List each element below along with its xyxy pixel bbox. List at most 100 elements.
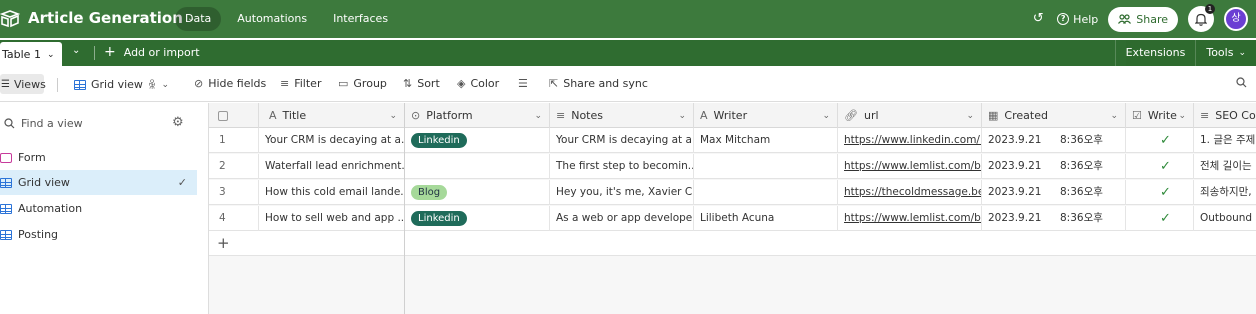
column-header-writer[interactable]: A Writer ⌄: [694, 103, 838, 128]
column-header-title[interactable]: A Title ⌄: [259, 103, 405, 128]
help-label: Help: [1073, 12, 1099, 26]
column-label: Write: [1147, 109, 1177, 122]
cell-platform[interactable]: Linkedin: [405, 128, 550, 153]
help-button[interactable]: ? Help: [1057, 13, 1098, 26]
column-label: Notes: [571, 109, 603, 122]
notifications-button[interactable]: 1: [1188, 4, 1215, 32]
share-button[interactable]: Share: [1108, 6, 1178, 32]
column-header-write[interactable]: ☑ Write ⌄: [1126, 103, 1194, 128]
column-header-notes[interactable]: ≡ Notes ⌄: [550, 103, 694, 128]
bell-icon: [1195, 13, 1207, 26]
view-switcher-button[interactable]: Grid view ꆜ ⌄: [74, 77, 169, 92]
cell-write[interactable]: ✓: [1126, 206, 1194, 231]
sidebar-item-form[interactable]: Form: [0, 145, 197, 170]
sidebar-item-grid-view[interactable]: Grid view ✓: [0, 170, 197, 195]
share-and-sync-button[interactable]: ⇱ Share and sync: [549, 77, 648, 90]
search-button[interactable]: [1236, 77, 1247, 88]
cell-created[interactable]: 2023.9.21 8:36오후: [982, 180, 1126, 205]
cell-seo[interactable]: 1. 글은 주제: [1194, 128, 1256, 153]
checkbox-icon: ☑: [1132, 109, 1142, 122]
people-icon: [1118, 14, 1132, 24]
filter-button[interactable]: ≡ Filter: [280, 77, 321, 90]
chevron-down-icon: ⌄: [161, 79, 170, 90]
cell-notes[interactable]: Your CRM is decaying at a...: [550, 128, 694, 153]
hide-fields-button[interactable]: ⊘ Hide fields: [194, 77, 266, 90]
cell-title[interactable]: Waterfall lead enrichment...: [259, 154, 405, 179]
search-icon: [1236, 77, 1247, 88]
tools-button[interactable]: Tools ⌄: [1195, 40, 1256, 66]
views-label: Views: [13, 77, 46, 91]
cell-platform[interactable]: Blog: [405, 180, 550, 205]
tab-table-1[interactable]: Table 1 ⌄: [0, 42, 62, 68]
cell-seo[interactable]: 전체 길이는: [1194, 154, 1256, 179]
created-time: 8:36오후: [1060, 134, 1103, 146]
base-title[interactable]: Article Generation ⌄: [28, 9, 195, 27]
tools-label: Tools: [1206, 46, 1234, 59]
grid-icon: [74, 79, 86, 90]
add-or-import-button[interactable]: + Add or import: [104, 45, 200, 59]
extensions-label: Extensions: [1125, 46, 1186, 59]
cell-platform[interactable]: Linkedin: [405, 206, 550, 231]
grid-icon: [0, 229, 12, 240]
cell-title[interactable]: How this cold email lande...: [259, 180, 405, 205]
cell-seo[interactable]: Outbound 세: [1194, 206, 1256, 231]
views-toggle-button[interactable]: ☰ Views: [0, 74, 46, 94]
nav-data[interactable]: Data: [175, 7, 222, 31]
cell-seo[interactable]: 죄송하지만,: [1194, 180, 1256, 205]
cell-writer[interactable]: [694, 180, 838, 205]
table-row[interactable]: 2 Waterfall lead enrichment... The first…: [209, 154, 1256, 179]
nav-interfaces[interactable]: Interfaces: [323, 7, 398, 31]
top-nav: Data Automations Interfaces: [175, 7, 398, 31]
cell-url[interactable]: https://www.lemlist.com/bl...: [838, 154, 982, 179]
cell-url[interactable]: https://thecoldmessage.be...: [838, 180, 982, 205]
row-height-button[interactable]: ☰: [518, 77, 528, 90]
cell-title[interactable]: Your CRM is decaying at a...: [259, 128, 405, 153]
extensions-button[interactable]: Extensions: [1114, 40, 1196, 66]
plus-icon: +: [104, 44, 116, 60]
cell-notes[interactable]: The first step to becomin...: [550, 154, 694, 179]
cell-platform[interactable]: [405, 154, 550, 179]
column-header-created[interactable]: ▦ Created ⌄: [982, 103, 1126, 128]
add-row-button[interactable]: +: [209, 231, 1256, 256]
cell-url[interactable]: https://www.linkedin.com/...: [838, 128, 982, 153]
cell-write[interactable]: ✓: [1126, 180, 1194, 205]
share-label: Share: [1136, 12, 1168, 26]
text-field-icon: A: [269, 109, 277, 122]
cell-writer[interactable]: [694, 154, 838, 179]
column-header-seo[interactable]: ≡ SEO Con: [1194, 103, 1256, 128]
cell-write[interactable]: ✓: [1126, 128, 1194, 153]
table-row[interactable]: 3 How this cold email lande... Blog Hey …: [209, 180, 1256, 205]
column-header-url[interactable]: 🔗︎ url ⌄: [838, 103, 982, 128]
cell-writer[interactable]: Max Mitcham: [694, 128, 838, 153]
cell-notes[interactable]: Hey you, it's me, Xavier C...: [550, 180, 694, 205]
column-header-platform[interactable]: ⊙ Platform ⌄: [405, 103, 550, 128]
calendar-icon: ▦: [988, 109, 999, 122]
sidebar-item-automation[interactable]: Automation: [0, 196, 197, 221]
airtable-logo-icon[interactable]: [0, 10, 20, 28]
table-row[interactable]: 4 How to sell web and app ... Linkedin A…: [209, 206, 1256, 231]
cell-writer[interactable]: Lilibeth Acuna: [694, 206, 838, 231]
table-row[interactable]: 1 Your CRM is decaying at a... Linkedin …: [209, 128, 1256, 153]
created-date: 2023.9.21: [988, 212, 1042, 224]
group-button[interactable]: ▭ Group: [338, 77, 387, 90]
sort-button[interactable]: ⇅ Sort: [403, 77, 440, 90]
all-tables-chevron-icon[interactable]: ⌄: [72, 45, 80, 56]
gear-icon[interactable]: ⚙: [172, 115, 184, 130]
find-view-input[interactable]: Find a view: [4, 117, 83, 130]
select-all-checkbox[interactable]: [209, 103, 259, 128]
chevron-down-icon: ⌄: [966, 110, 974, 121]
sidebar-item-posting[interactable]: Posting: [0, 222, 197, 247]
sidebar-item-label: Grid view: [18, 176, 70, 189]
cell-created[interactable]: 2023.9.21 8:36오후: [982, 128, 1126, 153]
cell-created[interactable]: 2023.9.21 8:36오후: [982, 154, 1126, 179]
cell-title[interactable]: How to sell web and app ...: [259, 206, 405, 231]
cell-url[interactable]: https://www.lemlist.com/bl...: [838, 206, 982, 231]
cell-notes[interactable]: As a web or app develope...: [550, 206, 694, 231]
nav-automations[interactable]: Automations: [227, 7, 317, 31]
history-icon[interactable]: ↺: [1029, 10, 1047, 28]
cell-created[interactable]: 2023.9.21 8:36오후: [982, 206, 1126, 231]
avatar[interactable]: 상: [1224, 7, 1248, 31]
views-sidebar: Find a view ⚙ Form Grid view ✓ Automatio…: [0, 103, 209, 314]
color-button[interactable]: ◈ Color: [457, 77, 499, 90]
cell-write[interactable]: ✓: [1126, 154, 1194, 179]
